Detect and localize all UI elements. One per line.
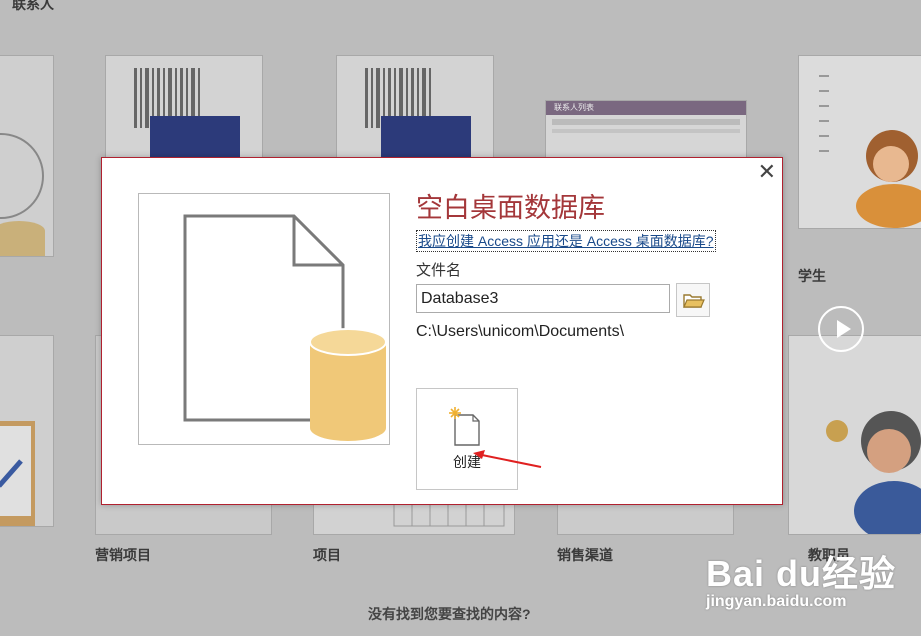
play-icon [837, 320, 851, 338]
watermark-logo: Bai du经验 [706, 553, 897, 594]
play-button[interactable] [818, 306, 864, 352]
close-button[interactable]: ✕ [758, 160, 776, 184]
database-preview [138, 193, 390, 445]
browse-folder-button[interactable] [676, 283, 710, 317]
baidu-watermark: Bai du经验 jingyan.baidu.com [706, 545, 896, 611]
blank-database-icon [183, 214, 387, 441]
save-path: C:\Users\unicom\Documents\ [416, 323, 625, 340]
blank-desktop-database-dialog: ✕ 空白桌面数据库 我应创建 Access 应用还是 Access 桌面数据库?… [101, 157, 783, 505]
file-name-label: 文件名 [416, 262, 462, 279]
folder-icon [683, 294, 705, 308]
dialog-title: 空白桌面数据库 [416, 193, 605, 223]
file-name-input[interactable] [416, 284, 670, 313]
new-file-icon [449, 407, 480, 446]
help-link[interactable]: 我应创建 Access 应用还是 Access 桌面数据库? [416, 230, 716, 252]
close-icon: ✕ [757, 159, 776, 184]
annotation-arrow-icon [473, 450, 542, 468]
